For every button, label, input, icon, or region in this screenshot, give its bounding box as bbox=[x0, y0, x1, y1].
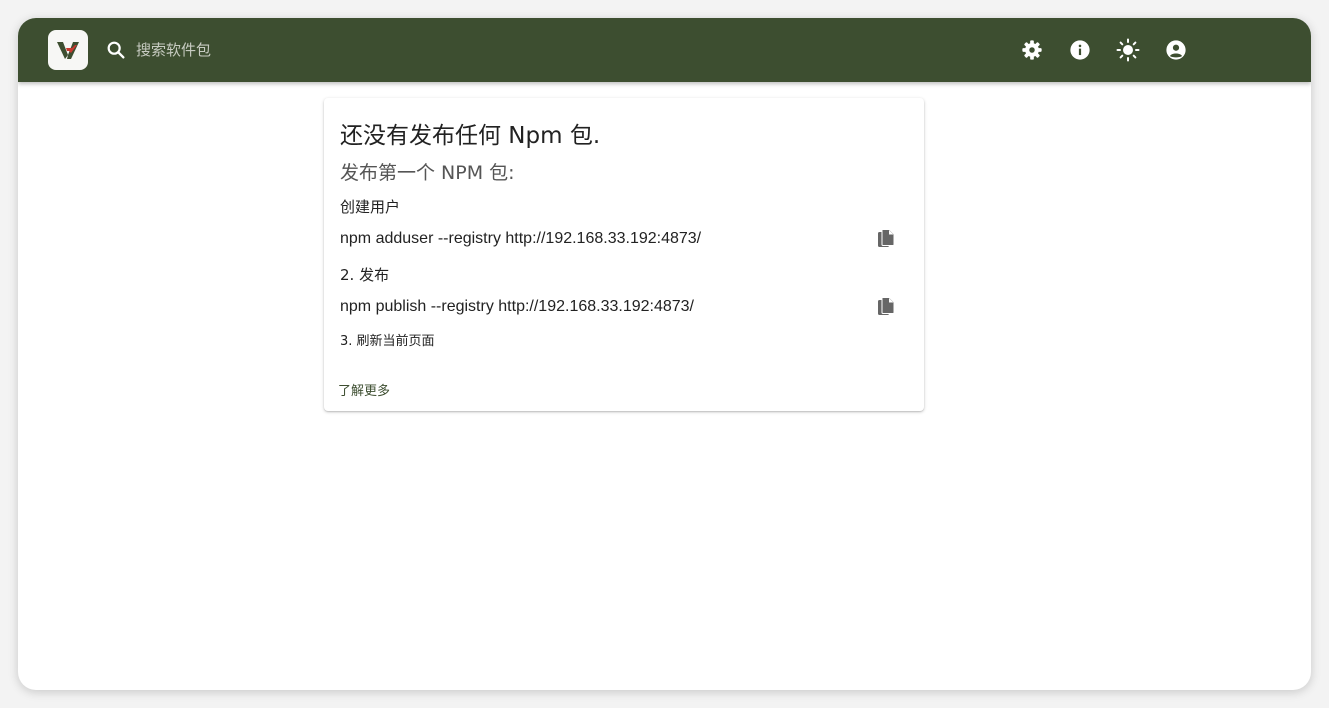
step-publish-label: 2. 发布 bbox=[340, 266, 390, 284]
empty-state-card: 还没有发布任何 Npm 包. 发布第一个 NPM 包: 创建用户 npm add… bbox=[324, 98, 924, 411]
gear-icon[interactable] bbox=[1020, 38, 1044, 62]
page-title: 还没有发布任何 Npm 包. bbox=[340, 123, 601, 149]
search-icon[interactable] bbox=[105, 39, 127, 61]
publish-command: npm publish --registry http://192.168.33… bbox=[340, 298, 694, 315]
step-refresh-label: 3. 刷新当前页面 bbox=[340, 334, 435, 349]
app-header bbox=[18, 18, 1311, 82]
info-icon[interactable] bbox=[1068, 38, 1092, 62]
verdaccio-logo-icon[interactable] bbox=[48, 30, 88, 70]
step-create-user-label: 创建用户 bbox=[340, 198, 401, 216]
copy-icon[interactable] bbox=[875, 296, 897, 318]
account-circle-icon[interactable] bbox=[1164, 38, 1188, 62]
learn-more-link[interactable]: 了解更多 bbox=[338, 380, 390, 399]
search-input[interactable] bbox=[136, 36, 436, 64]
app-window: 还没有发布任何 Npm 包. 发布第一个 NPM 包: 创建用户 npm add… bbox=[18, 18, 1311, 690]
adduser-command: npm adduser --registry http://192.168.33… bbox=[340, 230, 702, 247]
card-subtitle: 发布第一个 NPM 包: bbox=[340, 162, 515, 184]
sun-icon[interactable] bbox=[1116, 38, 1140, 62]
copy-icon[interactable] bbox=[875, 228, 897, 250]
